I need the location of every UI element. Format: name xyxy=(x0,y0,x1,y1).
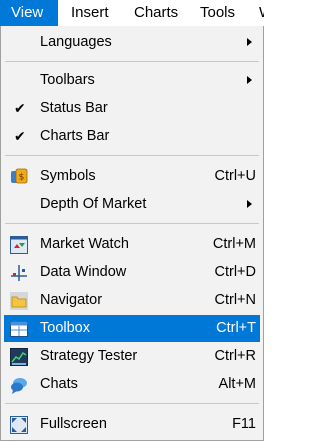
navigator-icon xyxy=(10,292,28,310)
shortcut-text: Ctrl+N xyxy=(214,292,257,308)
view-menu-dropdown: Languages Toolbars ✔ Status Bar ✔ Charts… xyxy=(0,26,264,441)
menu-item-label: Depth Of Market xyxy=(40,196,147,212)
submenu-arrow-icon xyxy=(247,38,252,46)
menu-item-symbols[interactable]: $ Symbols Ctrl+U xyxy=(4,163,260,190)
menu-item-label: Fullscreen xyxy=(40,416,107,432)
menu-item-label: Charts Bar xyxy=(40,128,110,144)
separator xyxy=(5,223,259,224)
fullscreen-icon xyxy=(10,416,28,434)
data-window-icon xyxy=(11,265,27,281)
shortcut-text: Ctrl+U xyxy=(214,168,257,184)
menu-item-label: Market Watch xyxy=(40,236,129,252)
menu-item-languages[interactable]: Languages xyxy=(4,29,260,56)
market-watch-icon xyxy=(10,236,28,254)
checkmark-icon: ✔ xyxy=(14,100,26,116)
submenu-arrow-icon xyxy=(247,200,252,208)
menu-item-strategy-tester[interactable]: Strategy Tester Ctrl+R xyxy=(4,343,260,370)
separator xyxy=(5,155,259,156)
checkmark-icon: ✔ xyxy=(14,128,26,144)
svg-text:$: $ xyxy=(19,173,25,183)
separator xyxy=(5,403,259,404)
menu-view-label: View xyxy=(11,4,44,21)
menu-item-navigator[interactable]: Navigator Ctrl+N xyxy=(4,287,260,314)
menu-item-label: Status Bar xyxy=(40,100,108,116)
menu-window[interactable]: W xyxy=(259,0,264,26)
menu-tools[interactable]: Tools xyxy=(200,0,235,26)
menu-item-depth-of-market[interactable]: Depth Of Market xyxy=(4,191,260,218)
menu-item-status-bar[interactable]: ✔ Status Bar xyxy=(4,95,260,122)
shortcut-text: Ctrl+T xyxy=(216,320,256,336)
menu-item-toolbars[interactable]: Toolbars xyxy=(4,67,260,94)
menu-item-market-watch[interactable]: Market Watch Ctrl+M xyxy=(4,231,260,258)
menu-view[interactable]: View xyxy=(0,0,58,26)
shortcut-text: Ctrl+D xyxy=(214,264,257,280)
menu-item-fullscreen[interactable]: Fullscreen F11 xyxy=(4,411,260,438)
menu-insert[interactable]: Insert xyxy=(71,0,109,26)
shortcut-text: Alt+M xyxy=(218,376,256,392)
toolbox-icon xyxy=(10,321,28,337)
shortcut-text: Ctrl+R xyxy=(214,348,257,364)
chats-icon xyxy=(11,378,27,394)
symbols-icon: $ xyxy=(11,168,28,184)
menu-item-label: Data Window xyxy=(40,264,127,280)
menu-item-label: Languages xyxy=(40,34,112,50)
menu-item-data-window[interactable]: Data Window Ctrl+D xyxy=(4,259,260,286)
menu-bar: View Insert Charts Tools W xyxy=(0,0,264,26)
menu-item-chats[interactable]: Chats Alt+M xyxy=(4,371,260,398)
submenu-arrow-icon xyxy=(247,76,252,84)
shortcut-text: Ctrl+M xyxy=(212,236,256,252)
shortcut-text: F11 xyxy=(232,416,256,432)
menu-item-label: Toolbars xyxy=(40,72,95,88)
separator xyxy=(5,61,259,62)
menu-item-charts-bar[interactable]: ✔ Charts Bar xyxy=(4,123,260,150)
menu-item-label: Navigator xyxy=(40,292,103,308)
menu-item-label: Symbols xyxy=(40,168,96,184)
strategy-tester-icon xyxy=(10,348,28,366)
menu-item-label: Strategy Tester xyxy=(40,348,138,364)
menu-charts[interactable]: Charts xyxy=(134,0,178,26)
menu-item-label: Toolbox xyxy=(40,320,90,336)
menu-item-label: Chats xyxy=(40,376,78,392)
menu-item-toolbox[interactable]: Toolbox Ctrl+T xyxy=(4,315,260,342)
